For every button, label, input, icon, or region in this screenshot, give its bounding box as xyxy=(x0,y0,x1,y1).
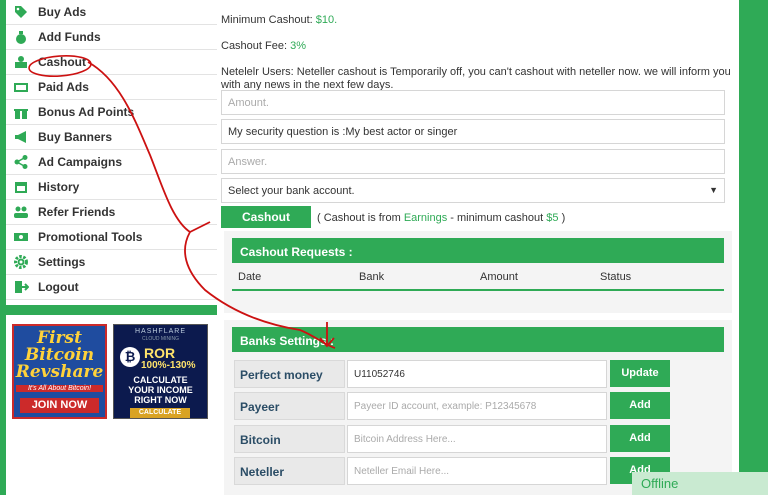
sidebar-item-label: Paid Ads xyxy=(38,80,89,94)
banner-line: Revshare xyxy=(15,362,104,382)
banks-settings-panel: Banks Settings : Perfect money U11052746… xyxy=(224,320,732,495)
banner-percent: 100%-130% xyxy=(141,360,196,371)
note-text: ) xyxy=(561,212,566,224)
users-icon xyxy=(12,203,30,221)
banner-join-button: JOIN NOW xyxy=(20,398,99,413)
neteller-notice: Netelelr Users: Neteller cashout is Temp… xyxy=(221,66,731,78)
cashout-requests-panel: Cashout Requests : Date Bank Amount Stat… xyxy=(224,231,732,313)
bitcoin-input[interactable]: Bitcoin Address Here... xyxy=(347,425,607,453)
bank-row-bitcoin: Bitcoin Bitcoin Address Here... Add xyxy=(234,425,724,453)
sidebar-item-promotional-tools[interactable]: Promotional Tools xyxy=(6,225,217,250)
tag-icon xyxy=(12,3,30,21)
column-bank: Bank xyxy=(359,271,385,283)
security-question-field: My security question is :My best actor o… xyxy=(221,119,725,144)
megaphone-icon xyxy=(12,128,30,146)
sidebar-item-label: Refer Friends xyxy=(38,205,116,219)
gift-icon xyxy=(12,103,30,121)
sidebar-item-label: Cashout xyxy=(38,55,86,69)
column-date: Date xyxy=(238,271,262,283)
neteller-input[interactable]: Neteller Email Here... xyxy=(347,457,607,485)
bank-row-perfect-money: Perfect money U11052746 Update xyxy=(234,360,724,388)
column-amount: Amount xyxy=(480,271,518,283)
sidebar-item-settings[interactable]: Settings xyxy=(6,250,217,275)
cashout-fee-value: 3% xyxy=(290,40,307,52)
sidebar-item-paid-ads[interactable]: Paid Ads xyxy=(6,75,217,100)
sidebar-item-refer-friends[interactable]: Refer Friends xyxy=(6,200,217,225)
first-bitcoin-revshare-banner[interactable]: First Bitcoin Revshare It's All About Bi… xyxy=(12,324,107,419)
sidebar-item-label: Buy Ads xyxy=(38,5,87,19)
cashout-main: Minimum Cashout: $10. Cashout Fee: 3% Ne… xyxy=(217,0,739,495)
answer-input[interactable]: Answer. xyxy=(221,149,725,174)
share-icon xyxy=(12,153,30,171)
minimum-cashout-value: $10. xyxy=(315,14,338,26)
amount-input[interactable]: Amount. xyxy=(221,90,725,115)
cashout-requests-title: Cashout Requests : xyxy=(232,238,724,263)
sidebar-item-logout[interactable]: Logout xyxy=(6,275,217,300)
bank-row-payeer: Payeer Payeer ID account, example: P1234… xyxy=(234,392,724,420)
sidebar-item-label: Add Funds xyxy=(38,30,101,44)
sidebar-item-label: History xyxy=(38,180,80,194)
cashout-fee: Cashout Fee: 3% xyxy=(221,40,306,52)
cashout-button[interactable]: Cashout xyxy=(221,206,311,228)
page-background-right xyxy=(739,0,768,495)
sidebar-item-label: Ad Campaigns xyxy=(38,155,123,169)
sidebar-divider xyxy=(6,305,217,315)
sidebar-item-label: Buy Banners xyxy=(38,130,113,144)
sidebar-item-label: Logout xyxy=(38,280,79,294)
sidebar-item-label: Promotional Tools xyxy=(38,230,143,244)
banner-calculate-button: CALCULATE xyxy=(130,408,190,418)
note-text: ( Cashout is from xyxy=(317,212,401,224)
sidebar-item-buy-ads[interactable]: Buy Ads xyxy=(6,0,217,25)
bitcoin-icon: ₿ xyxy=(120,347,140,367)
banner-line: CALCULATE xyxy=(133,375,188,385)
money-icon xyxy=(12,228,30,246)
banks-settings-title: Banks Settings : xyxy=(232,327,724,352)
calendar-icon xyxy=(12,178,30,196)
update-perfect-money-button[interactable]: Update xyxy=(610,360,670,387)
add-payeer-button[interactable]: Add xyxy=(610,392,670,419)
banner-line: RIGHT NOW xyxy=(134,395,187,405)
sidebar-item-history[interactable]: History xyxy=(6,175,217,200)
bank-account-select[interactable]: Select your bank account. ▼ xyxy=(221,178,725,203)
banner-sub: CLOUD MINING xyxy=(142,336,179,342)
column-status: Status xyxy=(600,271,632,283)
sidebar-item-bonus-ad-points[interactable]: Bonus Ad Points xyxy=(6,100,217,125)
minimum-cashout-label: Minimum Cashout: xyxy=(221,14,313,26)
banner-line: YOUR INCOME xyxy=(128,385,193,395)
bank-label: Payeer xyxy=(234,392,345,420)
ad-banners: First Bitcoin Revshare It's All About Bi… xyxy=(6,315,217,495)
bank-label: Bitcoin xyxy=(234,425,345,453)
cashout-note: ( Cashout is from Earnings - minimum cas… xyxy=(317,212,565,224)
paid-ads-icon xyxy=(12,78,30,96)
sidebar-item-buy-banners[interactable]: Buy Banners xyxy=(6,125,217,150)
gear-icon xyxy=(12,253,30,271)
bank-label: Neteller xyxy=(234,457,345,485)
cashout-icon xyxy=(12,53,30,71)
hashflare-banner[interactable]: HASHFLARE CLOUD MINING ₿ ROR 100%-130% C… xyxy=(113,324,208,419)
money-bag-icon xyxy=(12,28,30,46)
perfect-money-input[interactable]: U11052746 xyxy=(347,360,607,388)
logout-icon xyxy=(12,278,30,296)
add-bitcoin-button[interactable]: Add xyxy=(610,425,670,452)
sidebar-item-label: Bonus Ad Points xyxy=(38,105,135,119)
bank-select-value: Select your bank account. xyxy=(228,185,355,197)
note-amount: $5 xyxy=(546,212,559,224)
sidebar-nav: Buy Ads Add Funds Cashout Paid Ads Bonus… xyxy=(6,0,217,305)
cashout-fee-label: Cashout Fee: xyxy=(221,40,288,52)
banner-tagline: It's All About Bitcoin! xyxy=(16,385,103,392)
banner-brand: HASHFLARE xyxy=(134,328,186,335)
sidebar-item-ad-campaigns[interactable]: Ad Campaigns xyxy=(6,150,217,175)
sidebar-item-add-funds[interactable]: Add Funds xyxy=(6,25,217,50)
bank-label: Perfect money xyxy=(234,360,345,388)
banner-ror: ROR xyxy=(144,345,176,361)
payeer-input[interactable]: Payeer ID account, example: P12345678 xyxy=(347,392,607,420)
chat-status-badge[interactable]: Offline xyxy=(632,472,768,495)
sidebar-item-label: Settings xyxy=(38,255,86,269)
caret-down-icon: ▼ xyxy=(709,185,718,195)
note-text: - minimum cashout xyxy=(450,212,544,224)
note-earnings: Earnings xyxy=(403,212,448,224)
sidebar-item-cashout[interactable]: Cashout xyxy=(6,50,217,75)
minimum-cashout: Minimum Cashout: $10. xyxy=(221,14,337,26)
requests-table-header: Date Bank Amount Status xyxy=(232,263,724,291)
